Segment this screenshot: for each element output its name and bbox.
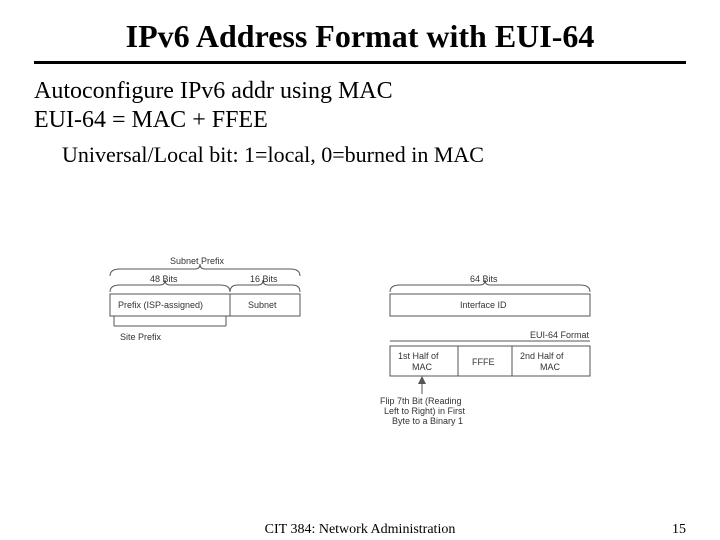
interface-box-text: Interface ID	[460, 300, 507, 310]
bits-48-label: 48 Bits	[150, 274, 178, 284]
eui-format-label: EUI-64 Format	[530, 330, 590, 340]
flip-text2: Left to Right) in First	[384, 406, 466, 416]
subnet-box-text: Subnet	[248, 300, 277, 310]
mac1-text1: 1st Half of	[398, 351, 439, 361]
footer-course: CIT 384: Network Administration	[0, 522, 720, 538]
subnet-prefix-label: Subnet Prefix	[170, 256, 225, 266]
prefix-box-text: Prefix (ISP-assigned)	[118, 300, 203, 310]
title-rule	[34, 61, 686, 64]
flip-text1: Flip 7th Bit (Reading	[380, 396, 462, 406]
flip-arrow-head	[418, 376, 426, 384]
slide: IPv6 Address Format with EUI-64 Autoconf…	[0, 0, 720, 540]
mac1-text2: MAC	[412, 362, 433, 372]
flip-text3: Byte to a Binary 1	[392, 416, 463, 426]
body-subline: Universal/Local bit: 1=local, 0=burned i…	[62, 142, 686, 168]
eui64-diagram: Subnet Prefix 48 Bits 16 Bits 64 Bits Pr…	[100, 254, 620, 434]
bits-64-label: 64 Bits	[470, 274, 498, 284]
mac2-text2: MAC	[540, 362, 561, 372]
slide-title: IPv6 Address Format with EUI-64	[34, 18, 686, 55]
site-prefix-label: Site Prefix	[120, 332, 162, 342]
bits-16-label: 16 Bits	[250, 274, 278, 284]
body-line-1: Autoconfigure IPv6 addr using MAC	[34, 78, 686, 105]
footer-page-number: 15	[672, 522, 686, 538]
mac2-text1: 2nd Half of	[520, 351, 564, 361]
fffe-text: FFFE	[472, 357, 495, 367]
body-line-2: EUI-64 = MAC + FFEE	[34, 107, 686, 134]
